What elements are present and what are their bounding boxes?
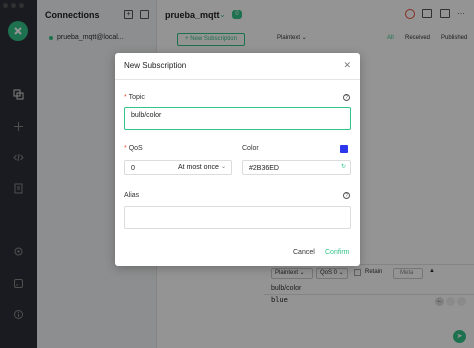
qos-label: * QoS <box>124 145 143 152</box>
alias-help-icon[interactable]: ? <box>343 192 350 199</box>
dialog-title: New Subscription <box>124 61 187 70</box>
qos-select[interactable]: 0 At most once ⌄ <box>124 160 232 175</box>
color-swatch[interactable] <box>340 145 348 153</box>
alias-label: Alias <box>124 192 140 199</box>
close-icon[interactable]: ✕ <box>343 60 351 71</box>
topic-label: * Topic <box>124 94 145 101</box>
confirm-button[interactable]: Confirm <box>325 249 350 256</box>
qos-description: At most once <box>178 164 219 171</box>
refresh-icon[interactable]: ↻ <box>341 163 346 170</box>
new-subscription-dialog: New Subscription ✕ * Topic ? bulb/color … <box>115 53 360 266</box>
qos-value: 0 <box>131 165 135 172</box>
color-input[interactable]: #2B36ED ↻ <box>242 160 351 175</box>
topic-help-icon[interactable]: ? <box>343 94 350 101</box>
chevron-down-icon: ⌄ <box>220 164 226 170</box>
cancel-button[interactable]: Cancel <box>293 249 315 256</box>
color-value: #2B36ED <box>249 165 279 172</box>
topic-input[interactable]: bulb/color <box>124 107 351 130</box>
topic-label-text: Topic <box>128 94 145 101</box>
alias-input[interactable] <box>124 206 351 229</box>
dialog-divider <box>115 79 360 80</box>
color-label: Color <box>242 145 259 152</box>
qos-label-text: QoS <box>128 145 143 152</box>
